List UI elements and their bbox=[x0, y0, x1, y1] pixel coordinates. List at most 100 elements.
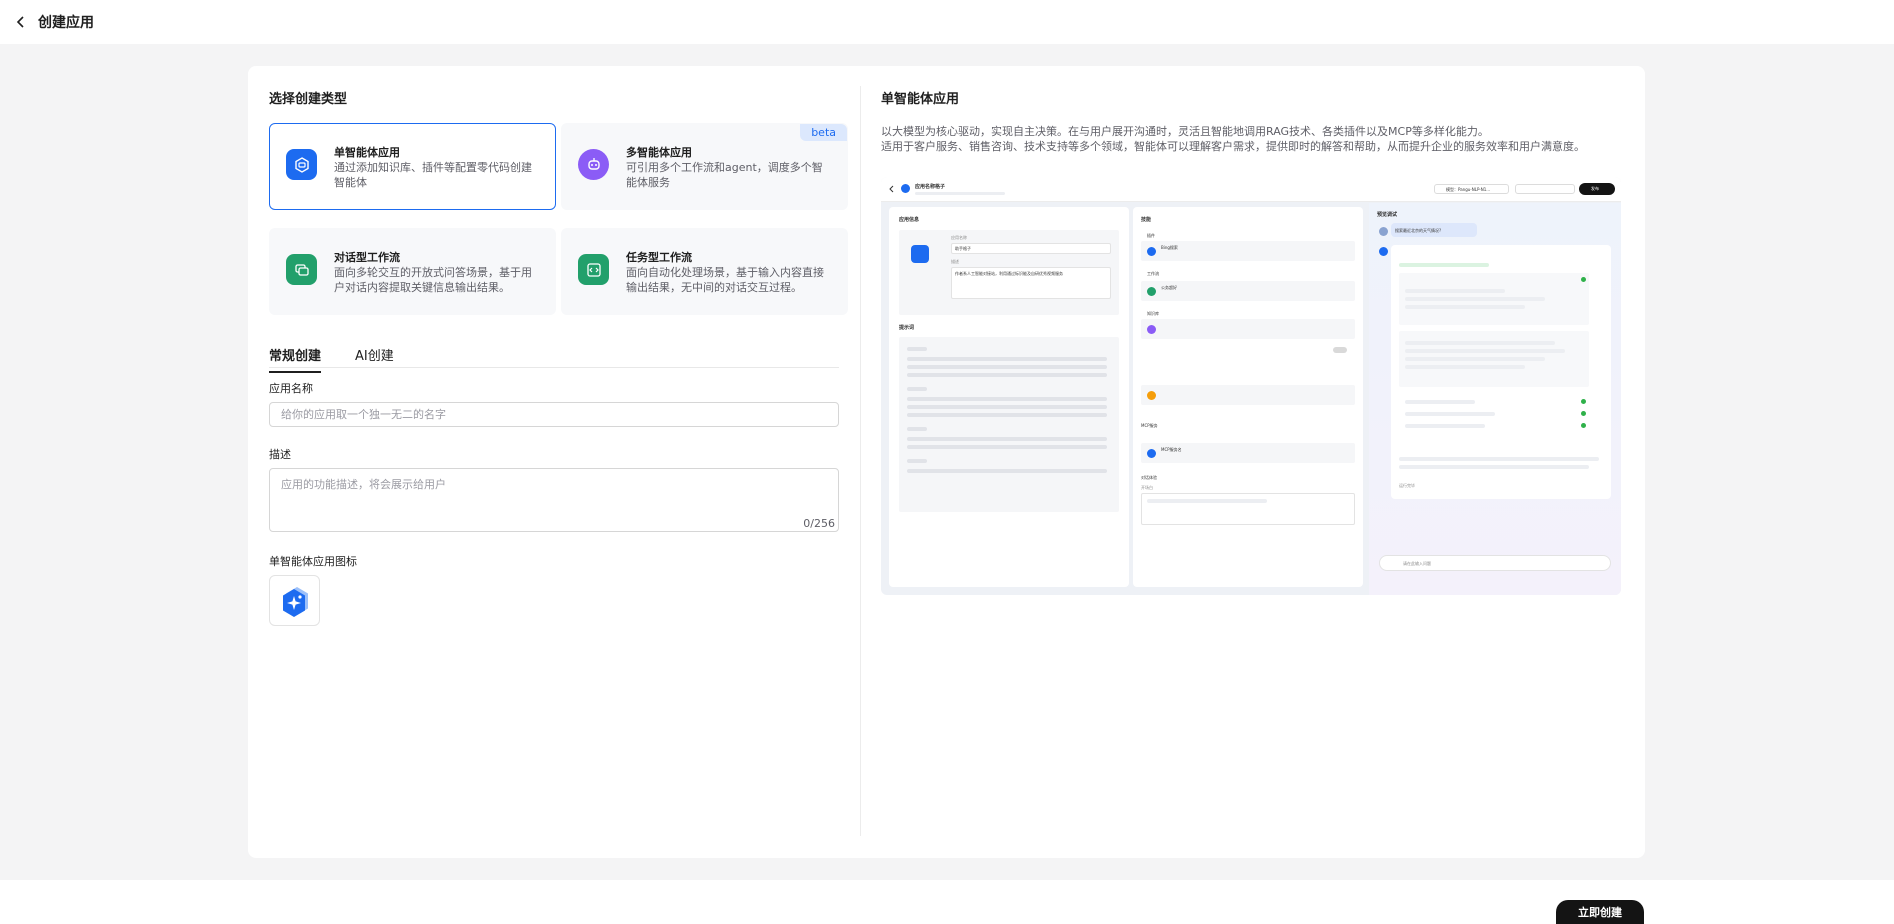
skeleton-line bbox=[1405, 357, 1545, 361]
skeleton-line bbox=[1405, 424, 1485, 428]
preview-app-info-column: 应用信息 应用名称 助手格子 描述 作者系人工智能对接站，利用通过标识能及自研优… bbox=[889, 207, 1129, 587]
preview-mcp-label: MCP服务 bbox=[1141, 423, 1158, 428]
type-card-title: 多智能体应用 bbox=[626, 146, 692, 159]
skeleton-line bbox=[907, 413, 1107, 417]
desc-label: 描述 bbox=[269, 448, 291, 461]
skeleton-line bbox=[907, 445, 1107, 449]
preview-mcp-item bbox=[1141, 443, 1355, 463]
skeleton-line bbox=[1405, 341, 1555, 345]
preview-mcp-name: MCP服务名 bbox=[1161, 447, 1182, 452]
type-card-task-workflow[interactable]: 任务型工作流 面向自动化处理场景，基于输入内容直接输出结果，无中间的对话交互过程… bbox=[561, 228, 848, 315]
create-mode-tabs: 常规创建 AI创建 bbox=[269, 340, 839, 373]
panel-divider bbox=[860, 86, 861, 836]
preview-input-placeholder: 请在此输入问题 bbox=[1403, 561, 1431, 566]
app-avatar-icon bbox=[901, 184, 910, 193]
type-detail-desc-line: 以大模型为核心驱动，实现自主决策。在与用户展开沟通时，灵活且智能地调用RAG技术… bbox=[881, 125, 1489, 138]
preview-plugin-name: Bing搜索 bbox=[1161, 245, 1178, 250]
preview-knowledge-item bbox=[1141, 319, 1355, 339]
task-workflow-icon bbox=[578, 254, 609, 285]
type-card-title: 单智能体应用 bbox=[334, 146, 400, 159]
type-card-desc: 面向自动化处理场景，基于输入内容直接输出结果，无中间的对话交互过程。 bbox=[626, 266, 824, 294]
preview-workflow-name: 公务超好 bbox=[1161, 285, 1177, 290]
name-label: 应用名称 bbox=[269, 382, 313, 395]
preview-mode-select bbox=[1515, 184, 1575, 194]
type-detail-title: 单智能体应用 bbox=[881, 92, 960, 107]
preview-workflow-label: 工作流 bbox=[1147, 271, 1159, 276]
preview-plugin-item bbox=[1141, 241, 1355, 261]
preview-publish-label: 发布 bbox=[1591, 186, 1599, 191]
skeleton-line bbox=[907, 427, 927, 431]
app-avatar-icon bbox=[911, 245, 929, 263]
skeleton-line bbox=[1405, 412, 1495, 416]
type-card-chat-workflow[interactable]: 对话型工作流 面向多轮交互的开放式问答场景，基于用户对话内容提取关键信息输出结果… bbox=[269, 228, 556, 315]
preview-app-name-input bbox=[951, 243, 1111, 254]
preview-workflow-item bbox=[1141, 281, 1355, 301]
type-card-title: 任务型工作流 bbox=[626, 251, 692, 264]
knowledge-icon bbox=[1147, 325, 1156, 334]
chat-workflow-icon bbox=[286, 254, 317, 285]
preview-memory-item bbox=[1141, 385, 1355, 405]
type-detail-desc-line: 适用于客户服务、销售咨询、技术支持等多个领域，智能体可以理解客户需求，提供即时的… bbox=[881, 140, 1585, 153]
type-card-single-agent[interactable]: 单智能体应用 通过添加知识库、插件等配置零代码创建智能体 bbox=[269, 123, 556, 210]
user-avatar-icon bbox=[1379, 227, 1388, 236]
preview-opening-input bbox=[1141, 493, 1355, 525]
preview-app-name: 应用名称格子 bbox=[915, 184, 946, 190]
type-card-multi-agent[interactable]: beta 多智能体应用 可引用多个工作流和agent，调度多个智能体服务 bbox=[561, 123, 848, 210]
preview-prompt-title: 提示词 bbox=[899, 325, 915, 331]
preview-header: 应用名称格子 模型：Pangu-NLP-N1... 发布 bbox=[881, 177, 1621, 202]
preview-question: 搜索最近北京的天气情况? bbox=[1395, 228, 1442, 233]
memory-icon bbox=[1147, 391, 1156, 400]
app-icon-picker[interactable] bbox=[269, 575, 320, 626]
status-ok-icon bbox=[1581, 399, 1586, 404]
skeleton-line bbox=[907, 365, 1107, 369]
top-bar: 创建应用 bbox=[0, 0, 1894, 44]
preview-run-done: 运行完毕 bbox=[1399, 483, 1415, 488]
skeleton-line bbox=[907, 347, 927, 351]
preview-knowledge-label: 知识库 bbox=[1147, 311, 1159, 316]
page-title: 创建应用 bbox=[38, 15, 94, 31]
preview-col-title: 预览调试 bbox=[1377, 212, 1398, 218]
status-ok-icon bbox=[1581, 277, 1586, 282]
skeleton-line bbox=[1405, 297, 1545, 301]
preview-model-label: 模型：Pangu-NLP-N1... bbox=[1446, 187, 1491, 192]
plugin-icon bbox=[1147, 247, 1156, 256]
back-button[interactable] bbox=[10, 11, 32, 33]
skeleton-line bbox=[907, 459, 927, 463]
preview-skills-column: 技能 插件 Bing搜索 工作流 公务超好 知识库 MCP服务 MCP服务名 对… bbox=[1133, 207, 1363, 587]
skeleton-line bbox=[907, 357, 1107, 361]
desc-char-counter: 0/256 bbox=[803, 517, 835, 530]
mcp-icon bbox=[1147, 449, 1156, 458]
skeleton-line bbox=[1405, 305, 1525, 309]
preview-screenshot: 应用名称格子 模型：Pangu-NLP-N1... 发布 应用信息 应用名称 助… bbox=[881, 177, 1621, 595]
skeleton-line bbox=[1405, 400, 1475, 404]
preview-opening-label: 开场白 bbox=[1141, 485, 1153, 490]
multi-agent-icon bbox=[578, 149, 609, 180]
skeleton-line bbox=[1399, 465, 1589, 469]
preview-app-name-value: 助手格子 bbox=[955, 246, 971, 251]
left-form: 选择创建类型 单智能体应用 通过添加知识库、插件等配置零代码创建智能体 beta… bbox=[269, 66, 848, 858]
type-card-desc: 可引用多个工作流和agent，调度多个智能体服务 bbox=[626, 161, 823, 189]
app-avatar-icon bbox=[282, 586, 308, 617]
skeleton-line bbox=[1399, 263, 1489, 267]
skeleton-line bbox=[907, 373, 1107, 377]
skeleton-line bbox=[907, 469, 1107, 473]
tab-regular-create[interactable]: 常规创建 bbox=[269, 345, 322, 373]
chevron-left-icon bbox=[16, 16, 24, 28]
toggle-switch bbox=[1333, 347, 1347, 353]
skeleton-line bbox=[1399, 457, 1599, 461]
skeleton-line bbox=[1405, 289, 1505, 293]
create-panel: 选择创建类型 单智能体应用 通过添加知识库、插件等配置零代码创建智能体 beta… bbox=[248, 66, 1645, 858]
chevron-left-icon bbox=[889, 185, 894, 193]
app-name-input[interactable] bbox=[269, 402, 839, 427]
preview-meta bbox=[915, 192, 1005, 195]
create-now-button[interactable]: 立即创建 bbox=[1556, 900, 1644, 924]
skeleton-line bbox=[907, 405, 1107, 409]
preview-plugins-label: 插件 bbox=[1147, 233, 1155, 238]
single-agent-icon bbox=[286, 149, 317, 180]
tab-ai-create[interactable]: AI创建 bbox=[355, 345, 394, 371]
preview-col-title: 应用信息 bbox=[899, 217, 920, 223]
app-desc-textarea[interactable] bbox=[269, 468, 839, 532]
type-card-desc: 通过添加知识库、插件等配置零代码创建智能体 bbox=[334, 161, 532, 189]
skeleton-line bbox=[907, 397, 1107, 401]
status-ok-icon bbox=[1581, 423, 1586, 428]
